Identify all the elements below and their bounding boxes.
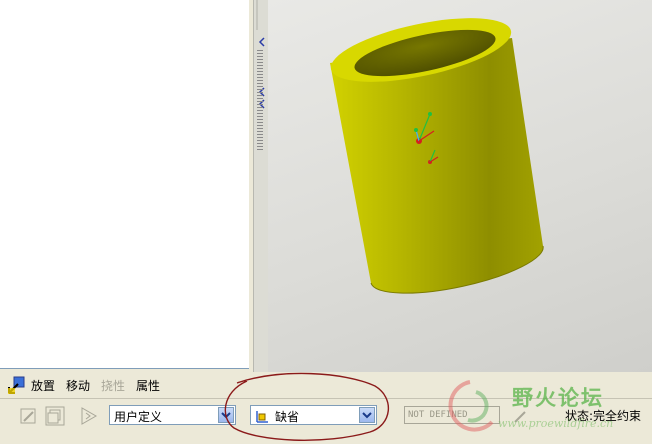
- annotation-circle: [224, 372, 390, 441]
- watermark-url: www.proewildfire.cn: [498, 417, 614, 430]
- watermark-brand: 野火论坛: [512, 386, 604, 410]
